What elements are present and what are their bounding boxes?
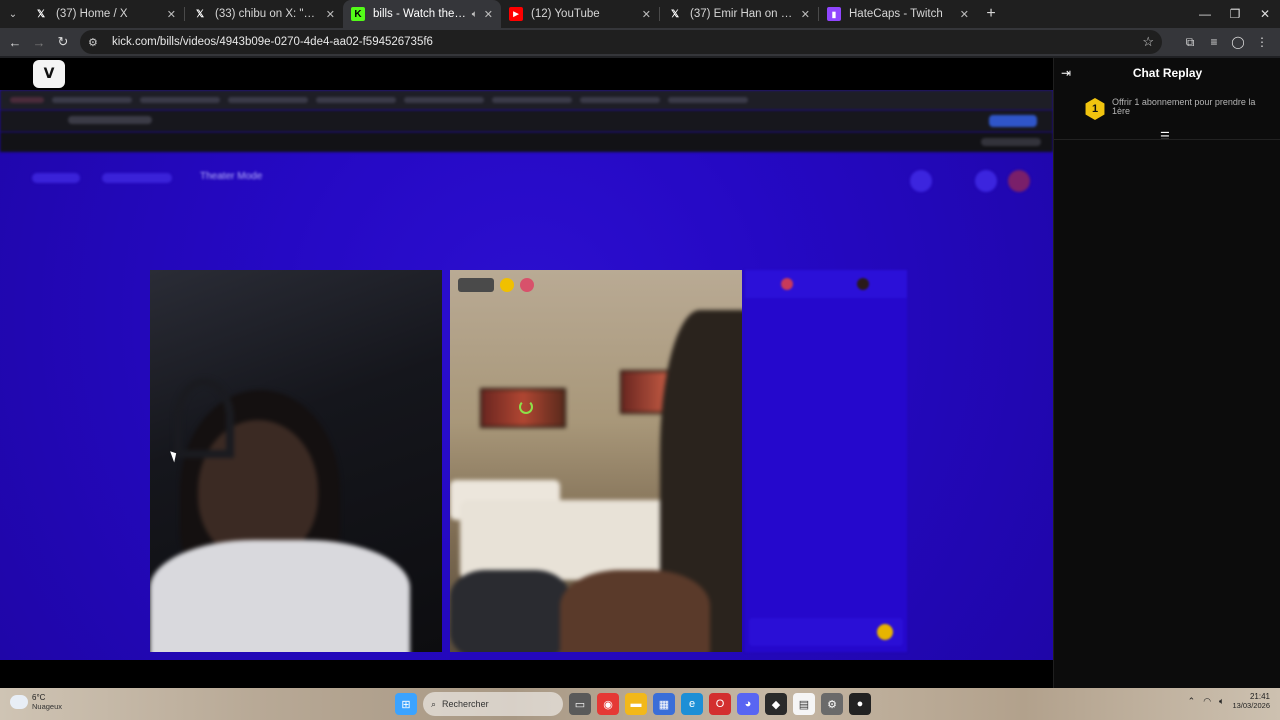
browser-toolbar: ← → ↻ ⚙ kick.com/bills/videos/4943b09e-0… bbox=[0, 28, 1280, 56]
kick-logo[interactable]: V bbox=[33, 60, 65, 88]
close-window-icon[interactable]: ✕ bbox=[1250, 0, 1280, 28]
edge-icon[interactable]: e bbox=[681, 693, 703, 715]
close-icon[interactable]: ✕ bbox=[642, 8, 651, 21]
windows-taskbar: 6°C Nuageux ⊞ ⌕ Rechercher ▭ ◉ ▬ ▦ e O ◕ … bbox=[0, 688, 1280, 720]
x-icon: 𝕏 bbox=[670, 8, 680, 20]
collapse-chat-icon[interactable]: ⇥ bbox=[1061, 66, 1071, 80]
tab-emir-han[interactable]: 𝕏 (37) Emir Han on X: "When Qu ✕ bbox=[660, 0, 818, 28]
close-icon[interactable]: ✕ bbox=[167, 8, 176, 21]
clock[interactable]: 21:41 13/03/2026 bbox=[1232, 692, 1270, 710]
opera-icon[interactable]: O bbox=[709, 693, 731, 715]
file-explorer-icon[interactable]: ▬ bbox=[625, 693, 647, 715]
youtube-icon: ▶ bbox=[509, 7, 523, 21]
recorded-chat-panel bbox=[745, 270, 907, 652]
recorded-stream-nav: Theater Mode bbox=[30, 170, 1030, 192]
recorded-subbar bbox=[0, 132, 1053, 152]
store-icon[interactable]: ▦ bbox=[653, 693, 675, 715]
twitch-icon: ▮ bbox=[827, 7, 841, 21]
site-info-icon[interactable]: ⚙ bbox=[88, 36, 104, 49]
rank-badge: 1 bbox=[1085, 98, 1105, 120]
tab-x-home[interactable]: 𝕏 (37) Home / X ✕ bbox=[26, 0, 184, 28]
webcam-left bbox=[150, 270, 442, 652]
address-bar[interactable]: ⚙ kick.com/bills/videos/4943b09e-0270-4d… bbox=[80, 30, 1162, 54]
tab-chibu[interactable]: 𝕏 (33) chibu on X: "Bullying The B ✕ bbox=[185, 0, 343, 28]
tab-title: (37) Home / X bbox=[56, 8, 128, 20]
search-placeholder: Rechercher bbox=[442, 699, 489, 709]
speaker-icon[interactable]: 🔈︎ bbox=[472, 9, 478, 20]
tab-title: HateCaps - Twitch bbox=[849, 8, 943, 20]
task-view-icon[interactable]: ▭ bbox=[569, 693, 591, 715]
discord-icon[interactable]: ◕ bbox=[737, 693, 759, 715]
new-tab-button[interactable]: + bbox=[977, 0, 1005, 28]
tab-title: (33) chibu on X: "Bullying The B bbox=[215, 8, 320, 20]
tab-title: bills - Watch the VOD on Ki bbox=[373, 8, 468, 20]
url-text[interactable]: kick.com/bills/videos/4943b09e-0270-4de4… bbox=[112, 36, 433, 48]
page: V Theater Mode ⇥ Chat Replay 1 Offrir 1 … bbox=[0, 58, 1280, 688]
clock-time: 21:41 bbox=[1249, 692, 1270, 701]
chat-replay-header: ⇥ Chat Replay bbox=[1054, 58, 1280, 88]
tab-youtube[interactable]: ▶ (12) YouTube ✕ bbox=[501, 0, 659, 28]
taskbar-search[interactable]: ⌕ Rechercher bbox=[423, 692, 563, 716]
close-icon[interactable]: ✕ bbox=[484, 8, 493, 21]
reload-icon[interactable]: ↻ bbox=[51, 28, 75, 56]
weather-condition: Nuageux bbox=[32, 702, 63, 711]
close-icon[interactable]: ✕ bbox=[326, 8, 335, 21]
gift-sub-leaderboard-item[interactable]: 1 Offrir 1 abonnement pour prendre la 1è… bbox=[1084, 98, 1274, 120]
extensions-icon[interactable]: ⧉ bbox=[1178, 28, 1202, 56]
kick-icon: K bbox=[351, 7, 365, 21]
weather-widget[interactable]: 6°C Nuageux bbox=[10, 693, 62, 711]
tab-twitch[interactable]: ▮ HateCaps - Twitch ✕ bbox=[819, 0, 977, 28]
tab-title: (12) YouTube bbox=[531, 8, 600, 20]
notepad-icon[interactable]: ▤ bbox=[793, 693, 815, 715]
obs-icon[interactable]: ● bbox=[849, 693, 871, 715]
search-icon: ⌕ bbox=[431, 698, 437, 709]
wifi-icon[interactable]: ◠ bbox=[1203, 696, 1211, 707]
loading-spinner-icon bbox=[519, 400, 533, 414]
video-player[interactable]: Theater Mode bbox=[0, 90, 1053, 660]
tab-search-icon[interactable]: ⌄ bbox=[0, 0, 26, 28]
window-controls: — ❐ ✕ bbox=[1190, 0, 1280, 28]
settings-icon[interactable]: ⚙ bbox=[821, 693, 843, 715]
close-icon[interactable]: ✕ bbox=[801, 8, 810, 21]
system-tray: ⌃ ◠ 🔈︎ 21:41 13/03/2026 bbox=[1188, 692, 1270, 710]
weather-temp: 6°C bbox=[32, 693, 46, 702]
recorded-tabbar bbox=[0, 90, 1053, 110]
close-icon[interactable]: ✕ bbox=[960, 8, 969, 21]
profile-icon[interactable]: ◯ bbox=[1226, 28, 1250, 56]
minimize-icon[interactable]: — bbox=[1190, 0, 1220, 28]
webcam-right bbox=[450, 270, 742, 652]
gift-sub-text: Offrir 1 abonnement pour prendre la 1ère bbox=[1112, 97, 1256, 116]
clock-date: 13/03/2026 bbox=[1232, 701, 1270, 710]
media-controls-icon[interactable]: ≡ bbox=[1202, 28, 1226, 56]
volume-icon[interactable]: 🔈︎ bbox=[1219, 696, 1224, 707]
back-icon[interactable]: ← bbox=[3, 28, 27, 56]
chrome-icon[interactable]: ◉ bbox=[597, 693, 619, 715]
menu-icon[interactable]: ⋮ bbox=[1250, 28, 1274, 56]
chat-replay-panel: ⇥ Chat Replay 1 Offrir 1 abonnement pour… bbox=[1053, 58, 1280, 688]
restore-icon[interactable]: ❐ bbox=[1220, 0, 1250, 28]
tab-strip: ⌄ 𝕏 (37) Home / X ✕ 𝕏 (33) chibu on X: "… bbox=[0, 0, 1280, 28]
tray-expand-icon[interactable]: ⌃ bbox=[1188, 696, 1196, 707]
recorded-addressbar bbox=[0, 110, 1053, 132]
chat-replay-title: Chat Replay bbox=[1132, 66, 1203, 80]
x-icon: 𝕏 bbox=[36, 8, 46, 20]
forward-icon[interactable]: → bbox=[27, 28, 51, 56]
logo-text: V bbox=[43, 66, 55, 82]
expand-filter-icon[interactable]: ☰ bbox=[1160, 130, 1170, 143]
kick-header: V bbox=[0, 58, 1053, 90]
app-icon[interactable]: ◆ bbox=[765, 693, 787, 715]
x-icon: 𝕏 bbox=[195, 8, 205, 20]
bookmark-star-icon[interactable]: ☆ bbox=[1142, 34, 1154, 50]
rank-number: 1 bbox=[1091, 103, 1099, 115]
webcam-badges bbox=[458, 278, 534, 292]
tab-kick-bills[interactable]: K bills - Watch the VOD on Ki 🔈︎ ✕ bbox=[343, 0, 501, 28]
tab-title: (37) Emir Han on X: "When Qu bbox=[690, 8, 795, 20]
divider bbox=[1054, 139, 1280, 140]
cloud-icon bbox=[10, 695, 28, 709]
theater-mode-label: Theater Mode bbox=[200, 171, 263, 182]
start-icon[interactable]: ⊞ bbox=[395, 693, 417, 715]
